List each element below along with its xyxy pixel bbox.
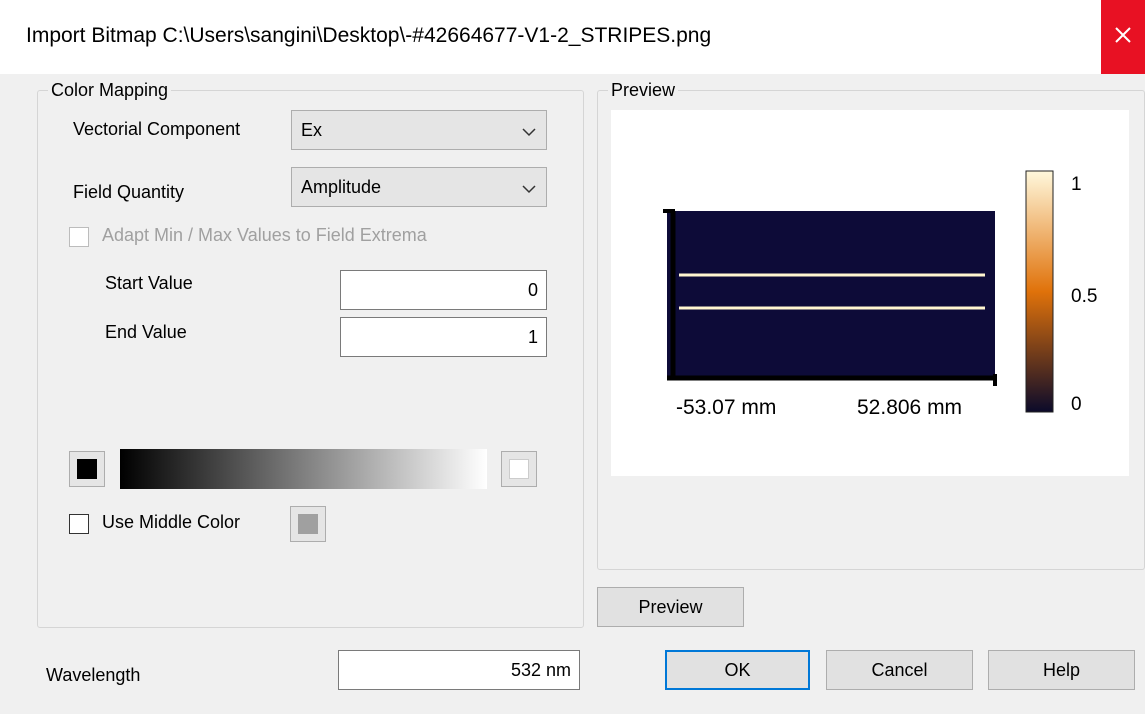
colorbar-label-min: 0 <box>1071 394 1082 415</box>
window-title: Import Bitmap C:\Users\sangini\Desktop\-… <box>26 24 712 47</box>
dialog-bottom-edge <box>0 704 1145 714</box>
close-button[interactable] <box>1101 0 1145 74</box>
colorbar <box>1025 170 1054 413</box>
end-color-button[interactable] <box>501 451 537 487</box>
wavelength-input[interactable]: 532 nm <box>338 650 580 690</box>
field-quantity-select[interactable]: Amplitude <box>291 167 547 207</box>
color-gradient-bar <box>120 449 487 489</box>
adapt-min-max-label: Adapt Min / Max Values to Field Extrema <box>102 225 427 245</box>
middle-color-button[interactable] <box>290 506 326 542</box>
vectorial-component-label: Vectorial Component <box>73 119 241 139</box>
preview-plot <box>663 170 1054 413</box>
end-value-input[interactable]: 1 <box>340 317 547 357</box>
ok-button[interactable]: OK <box>665 650 810 690</box>
cancel-button[interactable]: Cancel <box>826 650 973 690</box>
vectorial-component-select[interactable]: Ex <box>291 110 547 150</box>
wavelength-label: Wavelength <box>46 665 141 685</box>
use-middle-color-checkbox[interactable] <box>69 514 89 534</box>
adapt-min-max-checkbox[interactable] <box>69 227 89 247</box>
start-value-label: Start Value <box>105 273 193 293</box>
chevron-down-icon <box>522 180 536 201</box>
field-quantity-value: Amplitude <box>301 177 382 197</box>
colorbar-label-max: 1 <box>1071 174 1082 195</box>
preview-canvas: -53.07 mm 52.806 mm 1 0.5 0 <box>611 110 1129 476</box>
start-color-swatch <box>77 459 97 479</box>
close-icon <box>1113 25 1133 50</box>
field-quantity-label: Field Quantity <box>73 182 185 202</box>
color-mapping-title: Color Mapping <box>48 80 172 101</box>
x-axis-max-label: 52.806 mm <box>857 396 963 419</box>
preview-button[interactable]: Preview <box>597 587 744 627</box>
help-button[interactable]: Help <box>988 650 1135 690</box>
middle-color-swatch <box>298 514 318 534</box>
start-value-input[interactable]: 0 <box>340 270 547 310</box>
chevron-down-icon <box>522 123 536 144</box>
end-color-swatch <box>509 459 529 479</box>
x-axis-min-label: -53.07 mm <box>676 396 777 419</box>
vectorial-component-value: Ex <box>301 120 323 140</box>
use-middle-color-label: Use Middle Color <box>102 512 241 532</box>
start-color-button[interactable] <box>69 451 105 487</box>
preview-group-title: Preview <box>608 80 679 101</box>
colorbar-label-mid: 0.5 <box>1071 286 1098 307</box>
end-value-label: End Value <box>105 322 187 342</box>
field-image <box>667 211 995 379</box>
title-bar: Import Bitmap C:\Users\sangini\Desktop\-… <box>0 0 1145 74</box>
